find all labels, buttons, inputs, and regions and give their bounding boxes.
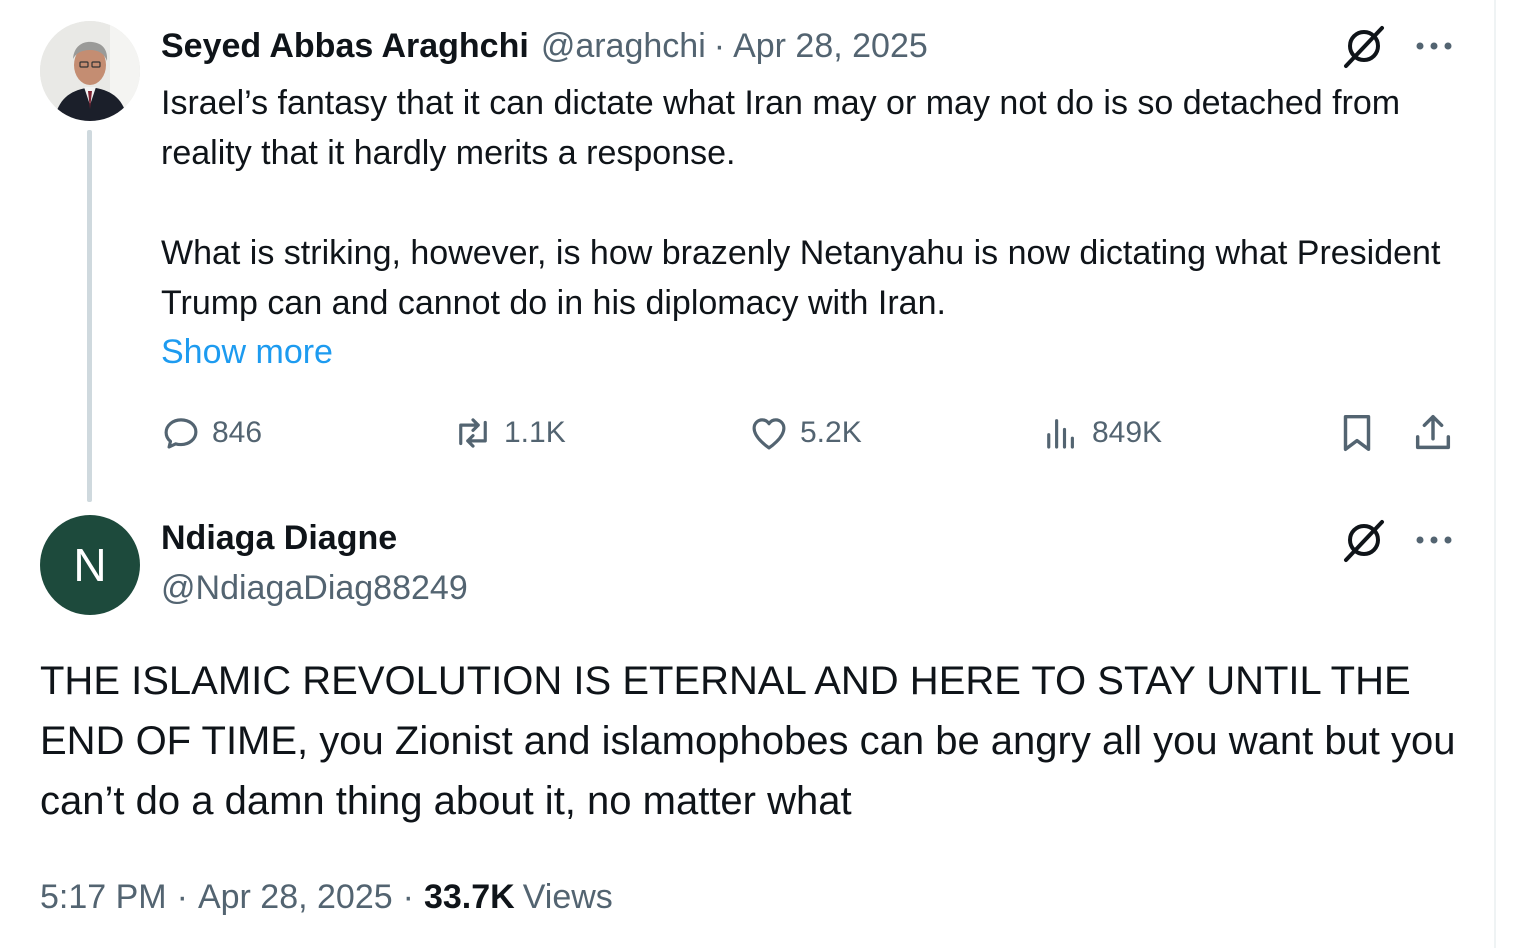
views-icon — [1047, 419, 1074, 449]
timeline-border — [1494, 0, 1496, 948]
grok-icon[interactable] — [1340, 22, 1388, 70]
reply-icon — [164, 418, 198, 449]
grok-icon[interactable] — [1340, 516, 1388, 564]
tweet-time[interactable]: 5:17 PM — [40, 878, 167, 917]
tweet-paragraph: Israel’s fantasy that it can dictate wha… — [161, 84, 1401, 172]
tweet-date[interactable]: Apr 28, 2025 — [198, 878, 393, 917]
tweet-date[interactable]: Apr 28, 2025 — [733, 27, 928, 66]
more-icon[interactable] — [1414, 530, 1454, 550]
like-count: 5.2K — [800, 416, 862, 449]
views-button[interactable]: 849K — [1040, 410, 1162, 456]
author-handle[interactable]: @NdiagaDiag88249 — [161, 565, 468, 611]
author-name[interactable]: Seyed Abbas Araghchi — [161, 27, 529, 66]
separator: · — [176, 877, 188, 916]
like-button[interactable]: 5.2K — [748, 410, 862, 456]
avatar[interactable]: N — [40, 515, 140, 615]
repost-count: 1.1K — [504, 416, 566, 449]
separator: · — [713, 26, 726, 65]
show-more-link[interactable]: Show more — [161, 328, 333, 376]
repost-icon — [459, 418, 487, 448]
reply-button[interactable]: 846 — [160, 410, 262, 456]
views-count[interactable]: 33.7K — [424, 878, 515, 917]
tweet-metadata: 5:17 PM · Apr 28, 2025 · 33.7K Views — [40, 872, 613, 922]
tweet-header: Seyed Abbas Araghchi @araghchi · Apr 28,… — [161, 24, 928, 68]
author-handle[interactable]: @araghchi — [541, 27, 706, 66]
share-icon[interactable] — [1410, 410, 1456, 456]
reply-count: 846 — [212, 416, 263, 449]
more-icon[interactable] — [1414, 36, 1454, 56]
bookmark-icon[interactable] — [1334, 410, 1380, 456]
tweet-text: Israel’s fantasy that it can dictate wha… — [161, 78, 1461, 328]
like-icon — [752, 418, 786, 450]
tweet-paragraph: What is striking, however, is how brazen… — [161, 234, 1441, 322]
author-name[interactable]: Ndiaga Diagne — [161, 515, 397, 561]
avatar[interactable] — [40, 21, 140, 121]
tweet-text: THE ISLAMIC REVOLUTION IS ETERNAL AND HE… — [40, 659, 1456, 823]
views-label: Views — [522, 877, 613, 916]
separator: · — [402, 877, 414, 916]
thread-line — [87, 130, 92, 502]
repost-button[interactable]: 1.1K — [452, 410, 566, 456]
views-count: 849K — [1092, 416, 1163, 449]
